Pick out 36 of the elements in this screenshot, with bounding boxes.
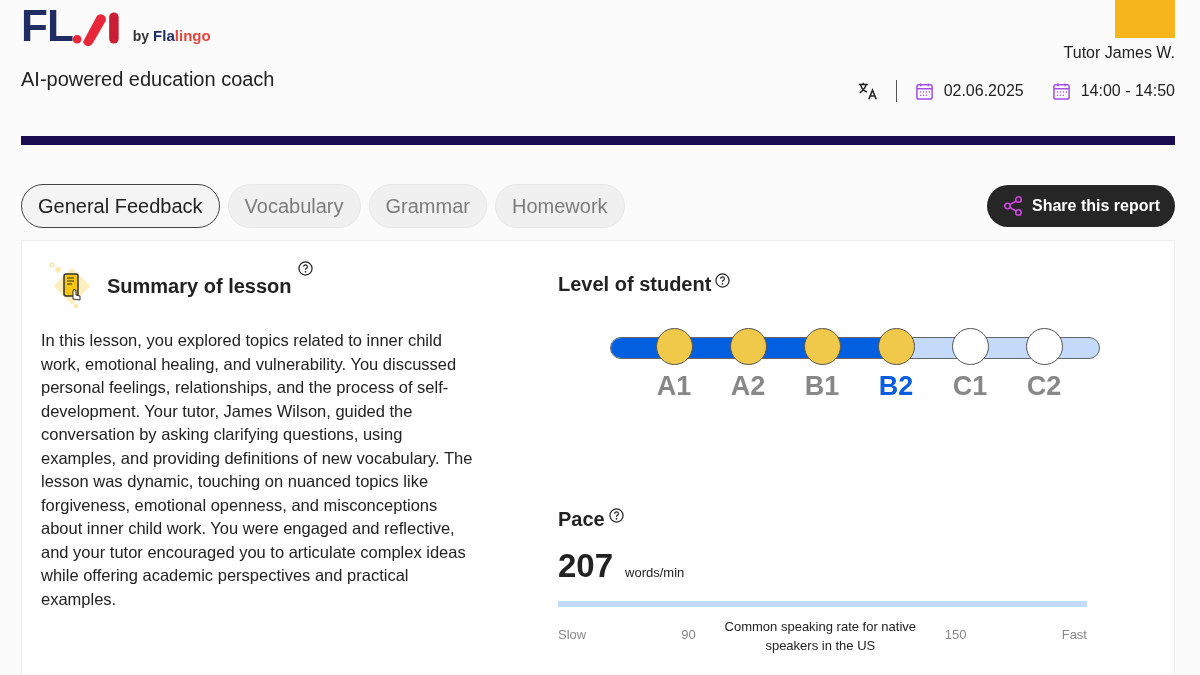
pace-title: Pace: [558, 508, 605, 531]
level-label: B1: [804, 371, 840, 402]
scale-label: 150: [944, 627, 967, 642]
share-icon: [1001, 195, 1024, 217]
tab[interactable]: Homework: [494, 184, 625, 228]
scale-label: Slow: [558, 627, 587, 642]
photo-placeholder: [1115, 0, 1175, 38]
scale-label: Fast: [1061, 627, 1087, 642]
lesson-date: 02.06.2025: [943, 82, 1024, 100]
calendar-icon: [1051, 81, 1071, 101]
help-icon[interactable]: [297, 261, 313, 276]
scale-note: Common speaking rate for native speakers in the US: [723, 618, 918, 655]
level-label: C2: [1026, 371, 1062, 402]
calendar-icon: [914, 81, 934, 101]
tagline: AI-powered education coach: [21, 68, 275, 91]
level-title: Level of student: [558, 273, 712, 296]
brand-name: Flalingo: [153, 27, 211, 44]
share-button[interactable]: Share this report: [986, 185, 1175, 227]
tab[interactable]: Grammar: [368, 184, 487, 228]
logo-by: by: [132, 28, 150, 44]
pace-value: 207: [558, 547, 614, 585]
level-label: B2: [878, 371, 914, 402]
summary-text: In this lesson, you explored topics related to inner child work, emotional healing, and vulnerability. You discussed personal feelings, relationships, and the process of self-development. Your tutor, James Wilson, guided the conversation by asking clarifying questions, using examples, and providing definitions of new vocabulary. The lesson was dynamic, touching on nuanced topics like forgiveness, emotional openness, and misconceptions about inner child work. You were engaged and reflective, and your tutor encouraged you to articulate complex ideas while offering academic perspectives and practical examples.: [41, 330, 474, 610]
level-label: A1: [656, 371, 692, 402]
pace-unit: words/min: [625, 565, 685, 580]
level-label: A2: [730, 371, 766, 402]
scale-label: 90: [681, 627, 696, 642]
help-icon[interactable]: [715, 273, 731, 288]
level-label: C1: [952, 371, 988, 402]
tab[interactable]: General Feedback: [21, 184, 220, 228]
summary-title: Summary of lesson: [107, 274, 292, 298]
tutor-name: Tutor James W.: [1063, 44, 1175, 62]
help-icon[interactable]: [608, 508, 624, 523]
lesson-time: 14:00 - 14:50: [1080, 82, 1175, 100]
tab[interactable]: Vocabulary: [227, 184, 361, 228]
logo-letters: FL: [21, 6, 73, 46]
